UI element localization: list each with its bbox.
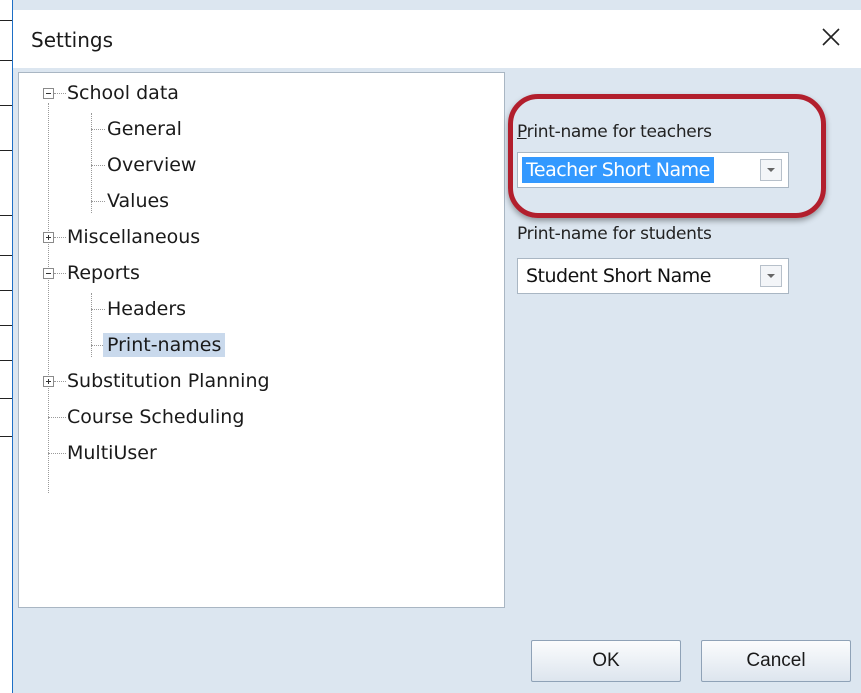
tree-item-label: Headers <box>107 298 187 320</box>
close-icon <box>822 28 840 46</box>
dialog-client-area: School data General Overview Values Misc… <box>13 68 861 693</box>
tree-item-label: Print-names <box>103 333 226 357</box>
tree-item-label: Miscellaneous <box>67 226 201 248</box>
tree-item-school-data[interactable]: School data <box>63 78 183 108</box>
ok-button[interactable]: OK <box>531 640 681 682</box>
students-print-name-label: Print-name for students <box>517 224 712 244</box>
tree-item-reports[interactable]: Reports <box>63 258 144 288</box>
bg-grid-line <box>0 60 12 61</box>
tree-item-headers[interactable]: Headers <box>103 294 190 324</box>
tree-item-general[interactable]: General <box>103 114 186 144</box>
tree-connector <box>91 293 92 357</box>
title-bar: Settings <box>13 10 861 68</box>
tree-item-label: School data <box>67 82 179 104</box>
tree-item-course-scheduling[interactable]: Course Scheduling <box>63 402 248 432</box>
settings-dialog: Settings School data General Overview Va… <box>12 0 861 693</box>
bg-grid-line <box>0 105 12 106</box>
combo-selected-value: Student Short Name <box>526 265 711 287</box>
bg-grid-line <box>0 255 12 256</box>
tree-item-print-names[interactable]: Print-names <box>103 330 226 360</box>
tree-item-multiuser[interactable]: MultiUser <box>63 438 161 468</box>
settings-detail-pane: Print-name for teachers Teacher Short Na… <box>505 72 861 608</box>
bg-grid-line <box>0 360 12 361</box>
tree-item-overview[interactable]: Overview <box>103 150 200 180</box>
collapse-toggle-icon[interactable] <box>43 88 54 99</box>
bg-grid-line <box>0 398 12 399</box>
tree-item-substitution-planning[interactable]: Substitution Planning <box>63 366 274 396</box>
dropdown-arrow-icon[interactable] <box>760 265 782 287</box>
tree-item-label: General <box>107 118 182 140</box>
close-button[interactable] <box>814 20 848 54</box>
background-window <box>0 0 12 693</box>
expand-toggle-icon[interactable] <box>43 376 54 387</box>
dialog-title: Settings <box>31 28 114 52</box>
bg-grid-line <box>0 436 12 437</box>
annotation-highlight-ring <box>508 94 826 218</box>
tree-item-label: Reports <box>67 262 140 284</box>
bg-grid-line <box>0 20 12 21</box>
bg-grid-line <box>0 290 12 291</box>
tree-item-label: MultiUser <box>67 442 157 464</box>
tree-connector <box>48 103 49 493</box>
tree-item-values[interactable]: Values <box>103 186 173 216</box>
tree-item-label: Values <box>107 190 170 212</box>
collapse-toggle-icon[interactable] <box>43 268 54 279</box>
cancel-button[interactable]: Cancel <box>701 640 851 682</box>
expand-toggle-icon[interactable] <box>43 232 54 243</box>
bg-grid-line <box>0 215 12 216</box>
bg-grid-line <box>0 150 12 151</box>
students-print-name-combo[interactable]: Student Short Name <box>517 258 789 294</box>
settings-tree: School data General Overview Values Misc… <box>18 72 505 608</box>
tree-connector <box>91 113 92 213</box>
tree-item-label: Substitution Planning <box>67 370 270 392</box>
bg-grid-line <box>0 325 12 326</box>
tree-item-label: Overview <box>107 154 197 176</box>
tree-item-miscellaneous[interactable]: Miscellaneous <box>63 222 204 252</box>
tree-item-label: Course Scheduling <box>67 406 245 428</box>
